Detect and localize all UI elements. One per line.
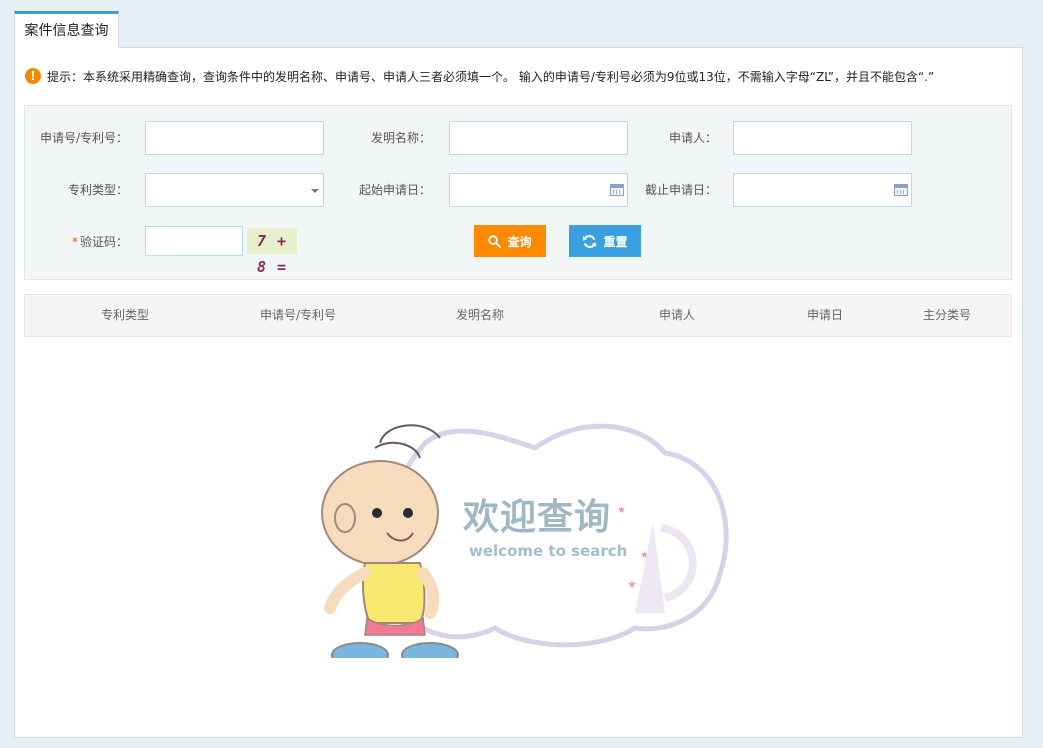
tip-text: 提示：本系统采用精确查询，查询条件中的发明名称、申请号、申请人三者必须填一个。 … — [47, 70, 935, 84]
invention-name-input[interactable] — [449, 121, 628, 155]
start-date-label: 起始申请日： — [358, 183, 431, 197]
start-date-input[interactable] — [449, 173, 628, 207]
refresh-icon — [583, 234, 597, 248]
svg-text:★: ★ — [617, 505, 626, 516]
end-date-input[interactable] — [733, 173, 912, 207]
main-panel: ! 提示：本系统采用精确查询，查询条件中的发明名称、申请号、申请人三者必须填一个。… — [14, 47, 1023, 738]
tab-label: 案件信息查询 — [24, 23, 109, 39]
reset-button-label: 重置 — [603, 235, 628, 249]
search-form: 申请号/专利号： 发明名称： 申请人： 专利类型： 起始申请日： 截止申请日： … — [24, 105, 1012, 280]
column-header[interactable]: 专利类型 — [65, 295, 185, 336]
app-number-input[interactable] — [145, 121, 324, 155]
search-button[interactable]: 查询 — [474, 225, 546, 257]
column-header[interactable]: 发明名称 — [420, 295, 540, 336]
column-header[interactable]: 申请人 — [617, 295, 737, 336]
captcha-label: * 验证码： — [35, 232, 128, 252]
results-table-header: 专利类型 申请号/专利号 发明名称 申请人 申请日 主分类号 — [24, 294, 1012, 337]
tip-bar: ! 提示：本系统采用精确查询，查询条件中的发明名称、申请号、申请人三者必须填一个。… — [25, 68, 934, 86]
calendar-icon[interactable] — [894, 184, 908, 196]
patent-type-select[interactable] — [145, 173, 324, 207]
column-header[interactable]: 申请日 — [765, 295, 885, 336]
column-header[interactable]: 申请号/专利号 — [235, 295, 361, 336]
chevron-down-icon — [311, 189, 319, 193]
welcome-subtitle: welcome to search — [469, 542, 628, 560]
required-mark: * — [71, 235, 78, 249]
warning-icon: ! — [25, 68, 41, 84]
search-icon — [488, 235, 502, 248]
captcha-input[interactable] — [145, 226, 243, 256]
applicant-input[interactable] — [733, 121, 912, 155]
applicant-label: 申请人： — [668, 131, 717, 145]
welcome-title: 欢迎查询 — [463, 497, 612, 538]
search-button-label: 查询 — [507, 235, 532, 249]
tab-case-info-query[interactable]: 案件信息查询 — [14, 11, 119, 48]
captcha-label-text: 验证码： — [79, 235, 128, 249]
svg-text:★: ★ — [627, 578, 637, 591]
invention-name-label: 发明名称： — [370, 131, 431, 145]
reset-button[interactable]: 重置 — [569, 225, 641, 257]
calendar-icon[interactable] — [610, 184, 624, 196]
end-date-label: 截止申请日： — [644, 183, 717, 197]
patent-type-label: 专利类型： — [67, 183, 128, 197]
captcha-image[interactable]: 7 + 8 = — [247, 228, 297, 276]
column-header[interactable]: 主分类号 — [887, 295, 1007, 336]
app-number-label: 申请号/专利号： — [39, 131, 128, 145]
